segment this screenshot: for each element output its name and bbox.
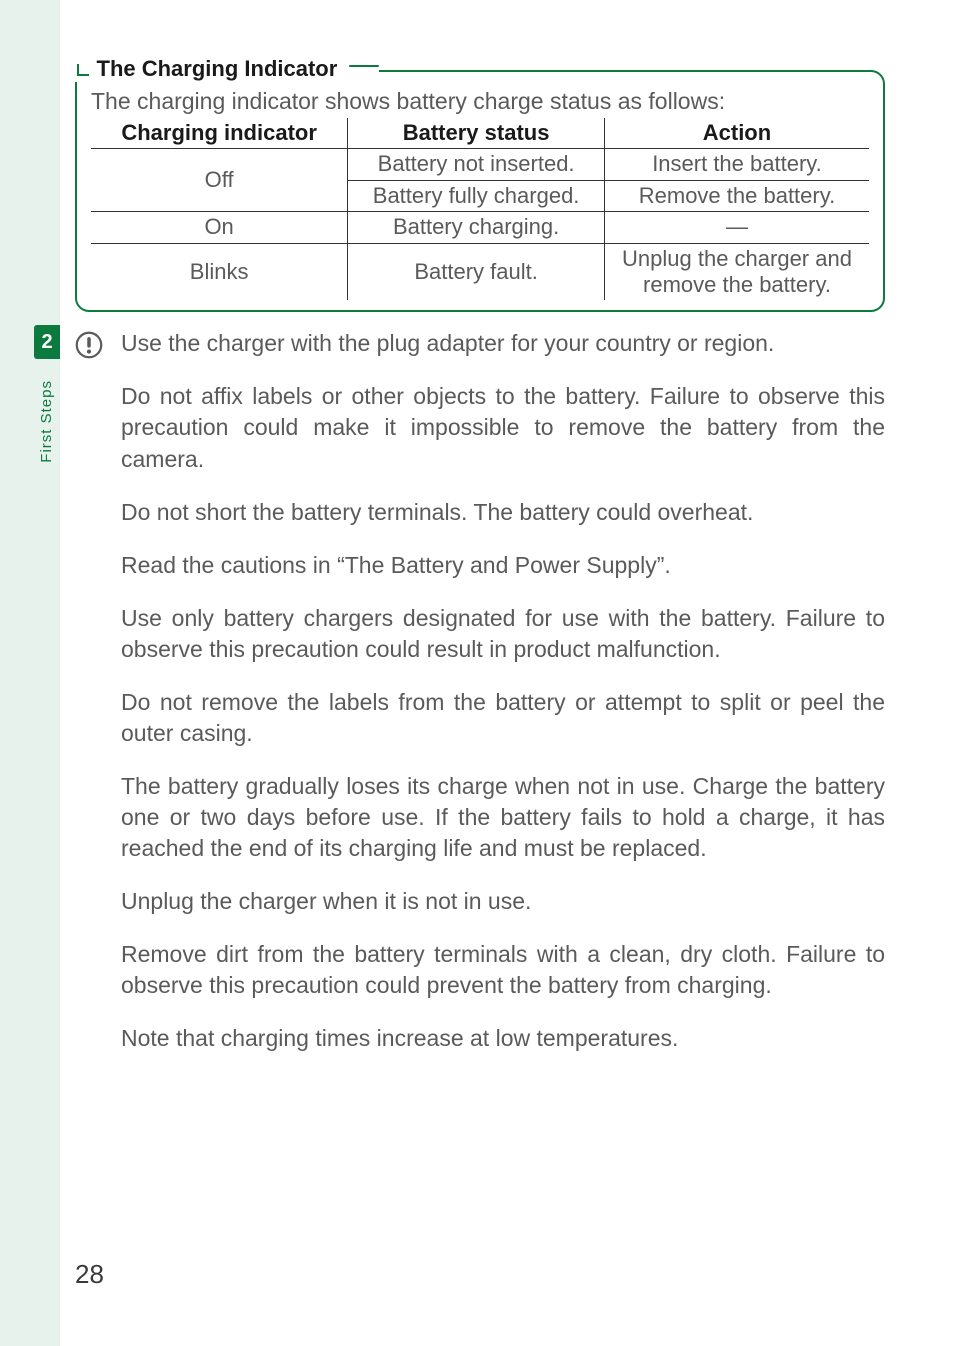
caution-icon bbox=[75, 331, 103, 359]
callout-corner-icon bbox=[75, 62, 89, 76]
callout-intro: The charging indicator shows battery cha… bbox=[91, 88, 869, 114]
caution-item: Note that charging times increase at low… bbox=[121, 1023, 885, 1054]
chapter-number-tab: 2 bbox=[34, 325, 60, 359]
callout-title: The Charging Indicator bbox=[95, 56, 344, 82]
caution-item: Do not remove the labels from the batter… bbox=[121, 687, 885, 749]
cell-indicator: Blinks bbox=[91, 243, 348, 300]
caution-item: Remove dirt from the battery terminals w… bbox=[121, 939, 885, 1001]
table-row: On Battery charging. — bbox=[91, 212, 869, 243]
th-status: Battery status bbox=[348, 118, 605, 149]
cell-action: Unplug the charger and remove the batter… bbox=[604, 243, 869, 300]
caution-list: Use the charger with the plug adapter fo… bbox=[121, 328, 885, 1054]
left-margin-band bbox=[0, 0, 60, 1346]
cell-status: Battery not inserted. bbox=[348, 149, 605, 180]
th-indicator: Charging indicator bbox=[91, 118, 348, 149]
cell-action: Remove the battery. bbox=[604, 180, 869, 211]
callout-title-wrap: The Charging Indicator bbox=[75, 56, 380, 82]
caution-item: Do not short the battery terminals. The … bbox=[121, 497, 885, 528]
caution-item: Do not affix labels or other objects to … bbox=[121, 381, 885, 474]
cell-action: — bbox=[604, 212, 869, 243]
cell-status: Battery charging. bbox=[348, 212, 605, 243]
cell-status: Battery fault. bbox=[348, 243, 605, 300]
table-row: Blinks Battery fault. Unplug the charger… bbox=[91, 243, 869, 300]
cell-action: Insert the battery. bbox=[604, 149, 869, 180]
cell-indicator: Off bbox=[91, 149, 348, 212]
caution-item: The battery gradually loses its charge w… bbox=[121, 771, 885, 864]
section-side-label: First Steps bbox=[38, 380, 55, 463]
cell-status: Battery fully charged. bbox=[348, 180, 605, 211]
caution-item: Unplug the charger when it is not in use… bbox=[121, 886, 885, 917]
charging-status-table: Charging indicator Battery status Action… bbox=[91, 118, 869, 300]
caution-item: Use only battery chargers designated for… bbox=[121, 603, 885, 665]
caution-item: Use the charger with the plug adapter fo… bbox=[121, 328, 885, 359]
callout-title-dash bbox=[349, 65, 379, 68]
cell-indicator: On bbox=[91, 212, 348, 243]
page-number: 28 bbox=[75, 1259, 104, 1290]
th-action: Action bbox=[604, 118, 869, 149]
caution-item: Read the cautions in “The Battery and Po… bbox=[121, 550, 885, 581]
caution-block: Use the charger with the plug adapter fo… bbox=[75, 328, 885, 1054]
table-row: Off Battery not inserted. Insert the bat… bbox=[91, 149, 869, 180]
charging-indicator-callout: The Charging Indicator The charging indi… bbox=[75, 70, 885, 312]
